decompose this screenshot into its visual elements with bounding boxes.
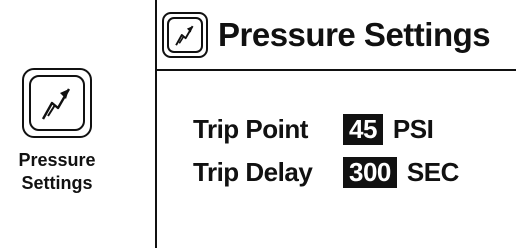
header-icon-inner [167, 16, 203, 53]
pressure-settings-tile[interactable] [22, 68, 92, 138]
trip-point-value[interactable]: 45 [343, 113, 383, 145]
page-title: Pressure Settings [218, 15, 491, 53]
header-icon-frame [162, 11, 208, 58]
pressure-settings-tile-inner [29, 75, 85, 131]
trip-point-unit: PSI [392, 113, 434, 144]
pressure-settings-tile-label: Pressure Settings [0, 149, 114, 195]
trip-delay-row: Trip Delay 300 SEC [193, 155, 459, 189]
pressure-gauge-arrow-icon [175, 25, 194, 46]
pressure-gauge-arrow-icon [41, 88, 71, 120]
trip-delay-label: Trip Delay [193, 156, 313, 187]
tile-label-line2: Settings [21, 173, 93, 193]
tile-label-line1: Pressure [18, 150, 96, 170]
trip-point-label: Trip Point [193, 113, 308, 144]
trip-point-row: Trip Point 45 PSI [193, 112, 434, 146]
pressure-settings-panel: Pressure Settings Trip Point 45 PSI Trip… [155, 0, 516, 248]
trip-delay-value[interactable]: 300 [343, 156, 397, 188]
panel-header: Pressure Settings [157, 0, 516, 71]
trip-delay-unit: SEC [406, 156, 459, 187]
